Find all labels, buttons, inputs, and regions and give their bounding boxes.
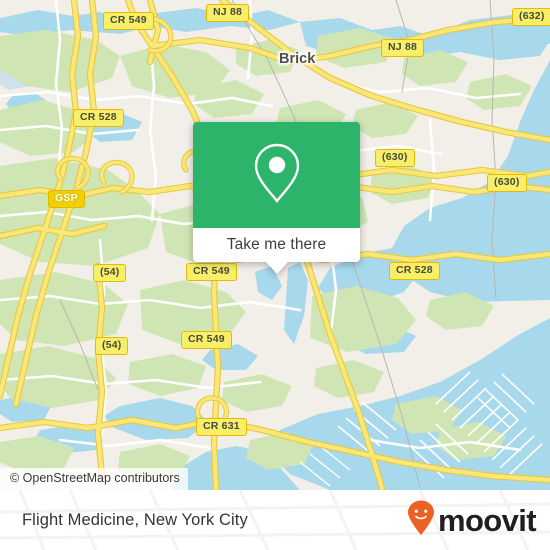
place-label-brick: Brick	[279, 51, 316, 67]
card-pointer-tail	[265, 262, 288, 274]
take-me-there-label: Take me there	[226, 236, 327, 253]
road-shield-630-east[interactable]: (630)	[487, 174, 527, 192]
road-shield-cr528-east[interactable]: CR 528	[389, 262, 440, 280]
take-me-there-card[interactable]: Take me there	[193, 122, 360, 274]
road-shield-cr549-mid[interactable]: CR 549	[186, 263, 237, 281]
osm-attribution[interactable]: © OpenStreetMap contributors	[0, 468, 188, 490]
moovit-smiley-pin-icon	[406, 500, 436, 541]
map-pin-icon	[252, 142, 302, 209]
map-canvas[interactable]: Brick CR 549 NJ 88 (632) NJ 88 CR 528 (6…	[0, 0, 550, 490]
footer-bar: Flight Medicine, New York City moovit	[0, 490, 550, 550]
road-shield-632[interactable]: (632)	[512, 8, 550, 26]
page-title: Flight Medicine, New York City	[22, 510, 248, 529]
card-footer[interactable]: Take me there	[193, 228, 360, 262]
road-shield-cr631[interactable]: CR 631	[196, 418, 247, 436]
road-shield-cr528-west[interactable]: CR 528	[73, 109, 124, 127]
road-shield-gsp[interactable]: GSP	[48, 190, 85, 208]
road-shield-54-upper[interactable]: (54)	[93, 264, 127, 282]
road-shield-cr549-lower[interactable]: CR 549	[181, 331, 232, 349]
moovit-map-screenshot: Brick CR 549 NJ 88 (632) NJ 88 CR 528 (6…	[0, 0, 550, 550]
road-shield-630-center[interactable]: (630)	[375, 149, 415, 167]
road-shield-nj88-top[interactable]: NJ 88	[206, 4, 250, 22]
road-shield-54-lower[interactable]: (54)	[95, 337, 129, 355]
moovit-logo[interactable]: moovit	[406, 500, 537, 541]
road-shield-nj88-right[interactable]: NJ 88	[381, 39, 425, 57]
road-shield-cr549-north[interactable]: CR 549	[103, 12, 154, 30]
card-header	[193, 122, 360, 228]
moovit-wordmark: moovit	[437, 502, 537, 538]
